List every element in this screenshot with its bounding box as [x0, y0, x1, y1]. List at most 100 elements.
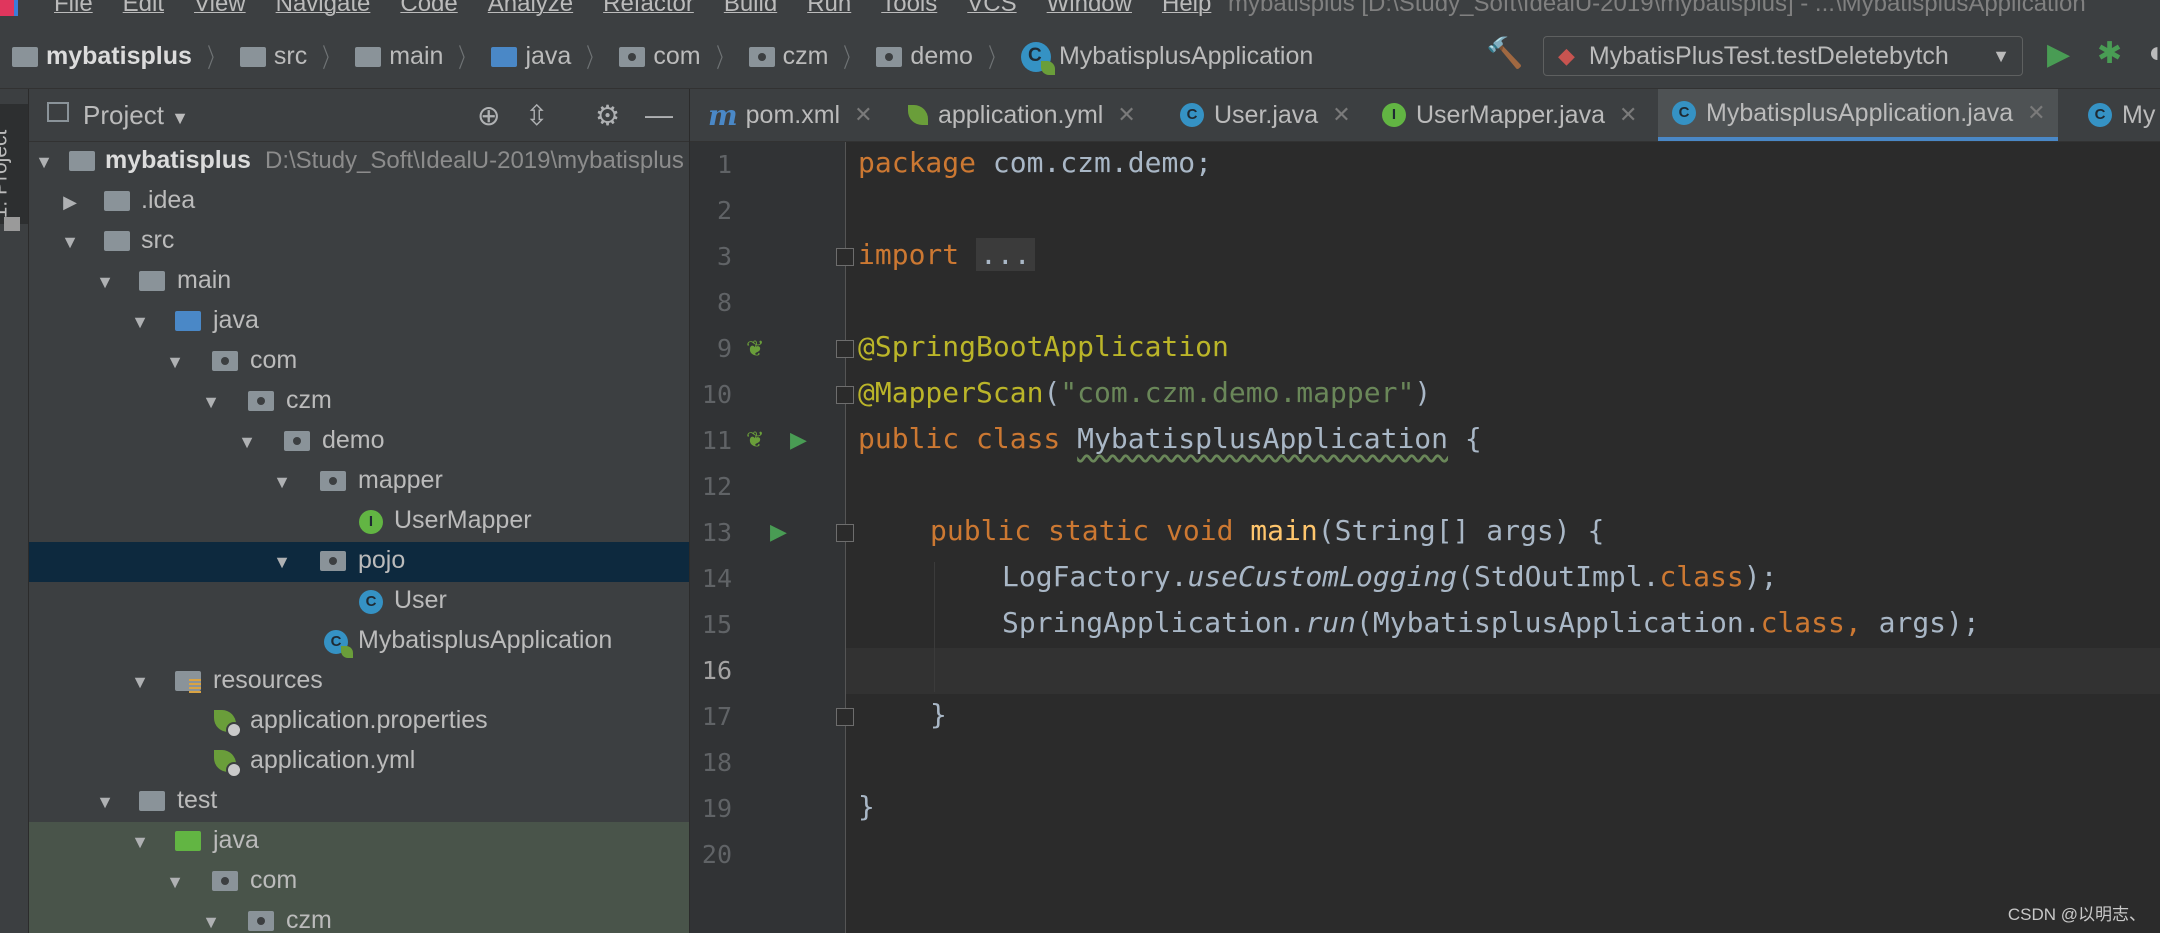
expanded-arrow-icon[interactable]: ▼: [165, 352, 185, 373]
tree-item-test-com[interactable]: ▼ com: [29, 862, 689, 902]
fold-marker-icon[interactable]: [836, 340, 854, 358]
expanded-arrow-icon[interactable]: ▼: [130, 832, 150, 853]
breadcrumb-project[interactable]: mybatisplus〉: [0, 38, 228, 75]
tab-application-yml[interactable]: application.yml✕: [908, 89, 1136, 141]
menu-file[interactable]: File: [54, 0, 93, 18]
fold-marker-icon[interactable]: [836, 386, 854, 404]
gear-icon[interactable]: ⚙: [595, 99, 620, 132]
coverage-icon[interactable]: ◖: [2145, 36, 2160, 70]
expanded-arrow-icon[interactable]: ▼: [201, 392, 221, 413]
tree-item-com[interactable]: ▼ com: [29, 342, 689, 382]
tab-user-java[interactable]: CUser.java✕: [1180, 89, 1351, 141]
test-config-icon: ◆: [1558, 43, 1575, 69]
menu-tools[interactable]: Tools: [881, 0, 937, 18]
spring-bean-icon[interactable]: ❦: [746, 336, 764, 362]
collapse-all-icon[interactable]: ⇳: [525, 99, 548, 132]
tree-item-resources[interactable]: ▼ resources: [29, 662, 689, 702]
fold-expand-icon[interactable]: [836, 248, 854, 266]
close-icon[interactable]: ✕: [2027, 100, 2045, 126]
breadcrumb-czm[interactable]: czm〉: [737, 38, 865, 75]
tree-item-main[interactable]: ▼ main: [29, 262, 689, 302]
package-icon: [248, 911, 274, 931]
menu-edit[interactable]: Edit: [123, 0, 164, 18]
expanded-arrow-icon[interactable]: ▼: [165, 872, 185, 893]
tree-item-demo[interactable]: ▼ demo: [29, 422, 689, 462]
locate-target-icon[interactable]: ⊕: [477, 99, 500, 132]
tree-item-usermapper[interactable]: I UserMapper: [29, 502, 689, 542]
menu-help[interactable]: Help: [1162, 0, 1211, 18]
expanded-arrow-icon[interactable]: ▼: [34, 152, 54, 173]
breadcrumb-main[interactable]: main〉: [343, 38, 479, 75]
menu-build[interactable]: Build: [724, 0, 777, 18]
breadcrumb-demo[interactable]: demo〉: [864, 38, 1009, 75]
project-path: D:\Study_Soft\IdealU-2019\mybatisplus: [265, 147, 684, 175]
close-icon[interactable]: ✕: [854, 102, 872, 128]
tree-item-czm[interactable]: ▼ czm: [29, 382, 689, 422]
menu-window[interactable]: Window: [1047, 0, 1132, 18]
close-icon[interactable]: ✕: [1332, 102, 1350, 128]
breadcrumb-java[interactable]: java〉: [479, 38, 607, 75]
tab-overflow[interactable]: CMy: [2088, 89, 2155, 141]
breadcrumb-class[interactable]: MybatisplusApplication: [1009, 42, 1313, 72]
tree-item-pojo[interactable]: ▼ pojo: [29, 542, 689, 582]
tab-pom-xml[interactable]: mpom.xml✕: [708, 89, 873, 141]
menu-view[interactable]: View: [194, 0, 246, 18]
tree-item-application-properties[interactable]: application.properties: [29, 702, 689, 742]
project-tool-window-tab[interactable]: 1: Project: [0, 104, 28, 224]
fold-marker-icon[interactable]: [836, 708, 854, 726]
run-icon[interactable]: ▶: [2047, 37, 2070, 72]
collapsed-arrow-icon[interactable]: ▶: [60, 192, 80, 213]
tree-item-test[interactable]: ▼ test: [29, 782, 689, 822]
code-line-1: package com.czm.demo;: [858, 146, 1212, 179]
spring-config-icon: [214, 750, 236, 772]
tree-item-mybatisplus[interactable]: ▼ mybatisplus D:\Study_Soft\IdealU-2019\…: [29, 142, 689, 182]
breadcrumb-src[interactable]: src〉: [228, 38, 343, 75]
breadcrumb-com[interactable]: com〉: [607, 38, 736, 75]
tree-item-test-java[interactable]: ▼ java: [29, 822, 689, 862]
tab-usermapper-java[interactable]: IUserMapper.java✕: [1382, 89, 1637, 141]
line-number: 19: [690, 794, 732, 823]
expanded-arrow-icon[interactable]: ▼: [130, 312, 150, 333]
tab-mybatisplusapplication-java[interactable]: CMybatisplusApplication.java✕: [1658, 89, 2058, 141]
code-line-15: SpringApplication.run(MybatisplusApplica…: [1002, 606, 1980, 639]
expanded-arrow-icon[interactable]: ▼: [272, 552, 292, 573]
menu-code[interactable]: Code: [400, 0, 457, 18]
code-line-13: public static void main(String[] args) {: [930, 514, 1604, 547]
navigation-bar: mybatisplus〉 src〉 main〉 java〉 com〉 czm〉 …: [0, 22, 2160, 89]
close-icon[interactable]: ✕: [1619, 102, 1637, 128]
expanded-arrow-icon[interactable]: ▼: [95, 272, 115, 293]
menu-vcs[interactable]: VCS: [967, 0, 1016, 18]
tree-item-application-yml[interactable]: application.yml: [29, 742, 689, 782]
debug-bug-icon[interactable]: ✱: [2097, 36, 2122, 71]
close-icon[interactable]: ✕: [1117, 102, 1135, 128]
spring-bean-icon[interactable]: ❦: [746, 427, 764, 453]
fold-marker-icon[interactable]: [836, 524, 854, 542]
tree-item-java[interactable]: ▼ java: [29, 302, 689, 342]
project-view-selector[interactable]: Project ▼: [83, 100, 189, 131]
tree-item-user[interactable]: C User: [29, 582, 689, 622]
expanded-arrow-icon[interactable]: ▼: [237, 432, 257, 453]
expanded-arrow-icon[interactable]: ▼: [60, 232, 80, 253]
menu-analyze[interactable]: Analyze: [488, 0, 573, 18]
tree-item-label: mapper: [358, 466, 443, 495]
tree-item-mybatisplusapplication[interactable]: C MybatisplusApplication: [29, 622, 689, 662]
tree-item-label: User: [394, 586, 447, 615]
menu-navigate[interactable]: Navigate: [276, 0, 371, 18]
line-number: 12: [690, 472, 732, 501]
menu-run[interactable]: Run: [807, 0, 851, 18]
hide-panel-icon[interactable]: —: [645, 99, 673, 131]
run-gutter-icon[interactable]: ▶: [770, 519, 787, 545]
expanded-arrow-icon[interactable]: ▼: [130, 672, 150, 693]
menu-refactor[interactable]: Refactor: [603, 0, 694, 18]
build-hammer-icon[interactable]: 🔨: [1486, 36, 1523, 71]
run-gutter-icon[interactable]: ▶: [790, 427, 807, 453]
folded-imports[interactable]: ...: [976, 238, 1035, 271]
tree-item-src[interactable]: ▼ src: [29, 222, 689, 262]
tree-item-test-czm[interactable]: ▼ czm: [29, 902, 689, 933]
expanded-arrow-icon[interactable]: ▼: [201, 912, 221, 933]
run-configuration-select[interactable]: ◆ MybatisPlusTest.testDeletebytch ▼: [1543, 36, 2023, 76]
expanded-arrow-icon[interactable]: ▼: [95, 792, 115, 813]
tree-item-idea[interactable]: ▶ .idea: [29, 182, 689, 222]
tree-item-mapper[interactable]: ▼ mapper: [29, 462, 689, 502]
expanded-arrow-icon[interactable]: ▼: [272, 472, 292, 493]
